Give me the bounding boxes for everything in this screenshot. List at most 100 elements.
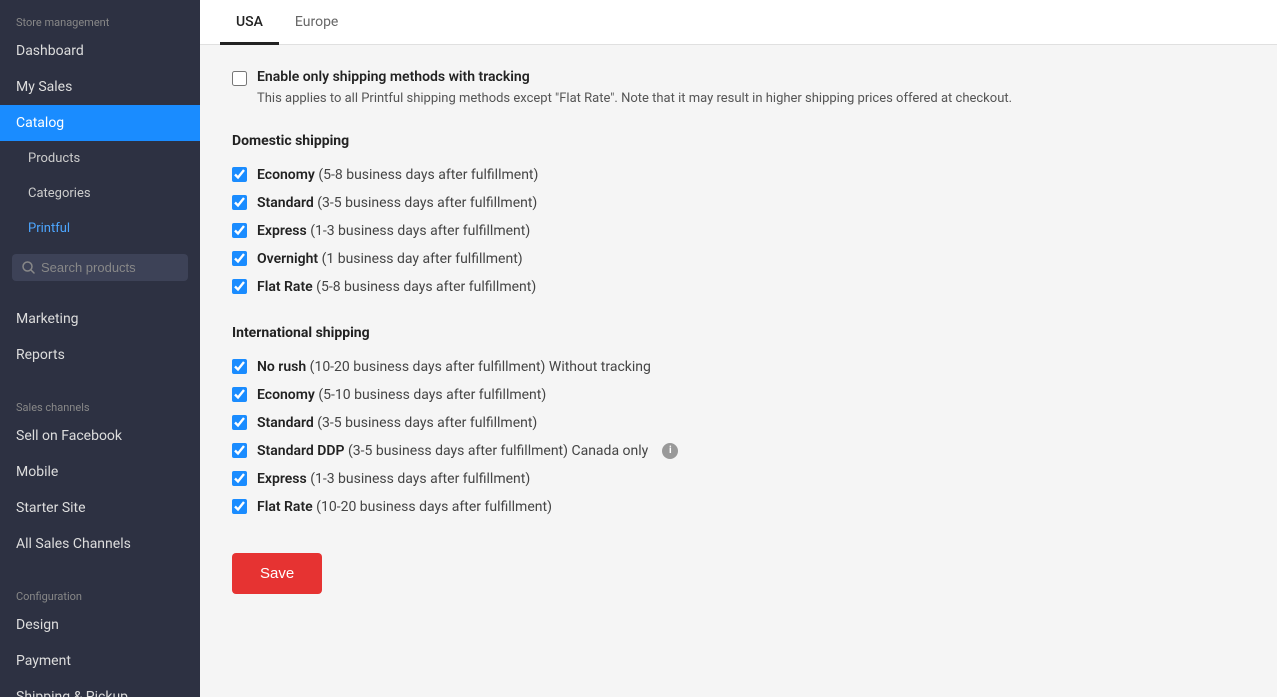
- dom-flatrate-name: Flat Rate: [257, 279, 313, 295]
- sidebar-item-sell-on-facebook[interactable]: Sell on Facebook: [0, 418, 200, 454]
- dom-flatrate-checkbox[interactable]: [232, 279, 247, 294]
- search-box: [12, 254, 188, 281]
- dom-economy-detail: (5-8 business days after fulfillment): [318, 167, 538, 183]
- sales-channels-label: Sales channels: [0, 385, 200, 418]
- dom-express-name: Express: [257, 223, 307, 239]
- int-flatrate-option: Flat Rate (10-20 business days after ful…: [232, 493, 1245, 521]
- sidebar-item-payment[interactable]: Payment: [0, 643, 200, 679]
- int-standard-ddp-option: Standard DDP (3-5 business days after fu…: [232, 437, 1245, 465]
- dom-flatrate-label[interactable]: Flat Rate (5-8 business days after fulfi…: [257, 279, 536, 295]
- sidebar-item-label: All Sales Channels: [16, 536, 131, 552]
- sidebar-item-categories[interactable]: Categories: [0, 176, 200, 211]
- sidebar-item-mobile[interactable]: Mobile: [0, 454, 200, 490]
- int-express-detail: (1-3 business days after fulfillment): [310, 471, 530, 487]
- sidebar-item-label: Sell on Facebook: [16, 428, 122, 444]
- sidebar-item-label: Design: [16, 617, 59, 633]
- international-shipping-title: International shipping: [232, 325, 1245, 341]
- sidebar-item-label: Products: [28, 151, 80, 166]
- tracking-label[interactable]: Enable only shipping methods with tracki…: [257, 69, 530, 85]
- tracking-description: This applies to all Printful shipping me…: [257, 89, 1012, 109]
- sidebar-item-label: Marketing: [16, 311, 79, 327]
- int-economy-detail: (5-10 business days after fulfillment): [318, 387, 546, 403]
- sidebar-item-label: Payment: [16, 653, 71, 669]
- sidebar-item-printful[interactable]: Printful: [0, 211, 200, 246]
- int-standard-ddp-checkbox[interactable]: [232, 443, 247, 458]
- search-input[interactable]: [41, 260, 178, 275]
- dom-overnight-option: Overnight (1 business day after fulfillm…: [232, 245, 1245, 273]
- tracking-section: Enable only shipping methods with tracki…: [232, 69, 1245, 109]
- tabs-bar: USA Europe: [200, 0, 1277, 45]
- int-flatrate-checkbox[interactable]: [232, 499, 247, 514]
- dom-flatrate-detail: (5-8 business days after fulfillment): [316, 279, 536, 295]
- sidebar-item-starter-site[interactable]: Starter Site: [0, 490, 200, 526]
- tracking-checkbox[interactable]: [232, 71, 247, 86]
- sidebar: Store management Dashboard My Sales Cata…: [0, 0, 200, 697]
- main-content: USA Europe Enable only shipping methods …: [200, 0, 1277, 697]
- save-button[interactable]: Save: [232, 553, 322, 594]
- sidebar-item-design[interactable]: Design: [0, 607, 200, 643]
- int-flatrate-label[interactable]: Flat Rate (10-20 business days after ful…: [257, 499, 552, 515]
- dom-express-checkbox[interactable]: [232, 223, 247, 238]
- dom-economy-name: Economy: [257, 167, 315, 183]
- domestic-shipping-section: Domestic shipping Economy (5-8 business …: [232, 133, 1245, 301]
- sidebar-item-label: Catalog: [16, 115, 64, 131]
- int-flatrate-detail: (10-20 business days after fulfillment): [316, 499, 552, 515]
- int-express-option: Express (1-3 business days after fulfill…: [232, 465, 1245, 493]
- sidebar-item-shipping-pickup[interactable]: Shipping & Pickup: [0, 679, 200, 697]
- int-standard-label[interactable]: Standard (3-5 business days after fulfil…: [257, 415, 537, 431]
- sidebar-item-label: Starter Site: [16, 500, 86, 516]
- dom-express-detail: (1-3 business days after fulfillment): [310, 223, 530, 239]
- search-icon: [22, 261, 35, 274]
- int-express-label[interactable]: Express (1-3 business days after fulfill…: [257, 471, 530, 487]
- int-standard-option: Standard (3-5 business days after fulfil…: [232, 409, 1245, 437]
- sidebar-item-my-sales[interactable]: My Sales: [0, 69, 200, 105]
- sidebar-item-dashboard[interactable]: Dashboard: [0, 33, 200, 69]
- dom-overnight-detail: (1 business day after fulfillment): [322, 251, 523, 267]
- sidebar-item-reports[interactable]: Reports: [0, 337, 200, 373]
- int-economy-name: Economy: [257, 387, 315, 403]
- dom-flatrate-option: Flat Rate (5-8 business days after fulfi…: [232, 273, 1245, 301]
- content-area: Enable only shipping methods with tracki…: [200, 45, 1277, 697]
- dom-standard-detail: (3-5 business days after fulfillment): [317, 195, 537, 211]
- int-norush-detail: (10-20 business days after fulfillment) …: [310, 359, 651, 375]
- dom-economy-label[interactable]: Economy (5-8 business days after fulfill…: [257, 167, 538, 183]
- dom-standard-checkbox[interactable]: [232, 195, 247, 210]
- sidebar-item-label: Categories: [28, 186, 91, 201]
- int-express-checkbox[interactable]: [232, 471, 247, 486]
- int-economy-label[interactable]: Economy (5-10 business days after fulfil…: [257, 387, 546, 403]
- int-standard-checkbox[interactable]: [232, 415, 247, 430]
- store-management-label: Store management: [0, 0, 200, 33]
- int-norush-label[interactable]: No rush (10-20 business days after fulfi…: [257, 359, 651, 375]
- dom-overnight-checkbox[interactable]: [232, 251, 247, 266]
- sidebar-item-products[interactable]: Products: [0, 141, 200, 176]
- dom-standard-label[interactable]: Standard (3-5 business days after fulfil…: [257, 195, 537, 211]
- int-standard-detail: (3-5 business days after fulfillment): [317, 415, 537, 431]
- int-standard-ddp-detail: (3-5 business days after fulfillment) Ca…: [348, 443, 648, 459]
- tab-europe[interactable]: Europe: [279, 0, 354, 45]
- dom-express-label[interactable]: Express (1-3 business days after fulfill…: [257, 223, 530, 239]
- int-norush-name: No rush: [257, 359, 306, 375]
- dom-standard-option: Standard (3-5 business days after fulfil…: [232, 189, 1245, 217]
- sidebar-item-marketing[interactable]: Marketing: [0, 301, 200, 337]
- dom-express-option: Express (1-3 business days after fulfill…: [232, 217, 1245, 245]
- int-standard-ddp-name: Standard DDP: [257, 443, 344, 459]
- info-icon[interactable]: i: [662, 443, 678, 459]
- sidebar-item-catalog[interactable]: Catalog: [0, 105, 200, 141]
- int-standard-ddp-label[interactable]: Standard DDP (3-5 business days after fu…: [257, 443, 648, 459]
- int-norush-checkbox[interactable]: [232, 359, 247, 374]
- int-express-name: Express: [257, 471, 307, 487]
- sidebar-item-all-sales-channels[interactable]: All Sales Channels: [0, 526, 200, 562]
- int-norush-option: No rush (10-20 business days after fulfi…: [232, 353, 1245, 381]
- configuration-label: Configuration: [0, 574, 200, 607]
- sidebar-item-label: Printful: [28, 221, 70, 236]
- sidebar-item-label: Shipping & Pickup: [16, 689, 128, 697]
- tab-usa[interactable]: USA: [220, 0, 279, 45]
- sidebar-item-label: Reports: [16, 347, 65, 363]
- international-shipping-section: International shipping No rush (10-20 bu…: [232, 325, 1245, 521]
- dom-economy-checkbox[interactable]: [232, 167, 247, 182]
- sidebar-item-label: Dashboard: [16, 43, 84, 59]
- dom-overnight-label[interactable]: Overnight (1 business day after fulfillm…: [257, 251, 523, 267]
- int-economy-checkbox[interactable]: [232, 387, 247, 402]
- dom-standard-name: Standard: [257, 195, 314, 211]
- domestic-shipping-title: Domestic shipping: [232, 133, 1245, 149]
